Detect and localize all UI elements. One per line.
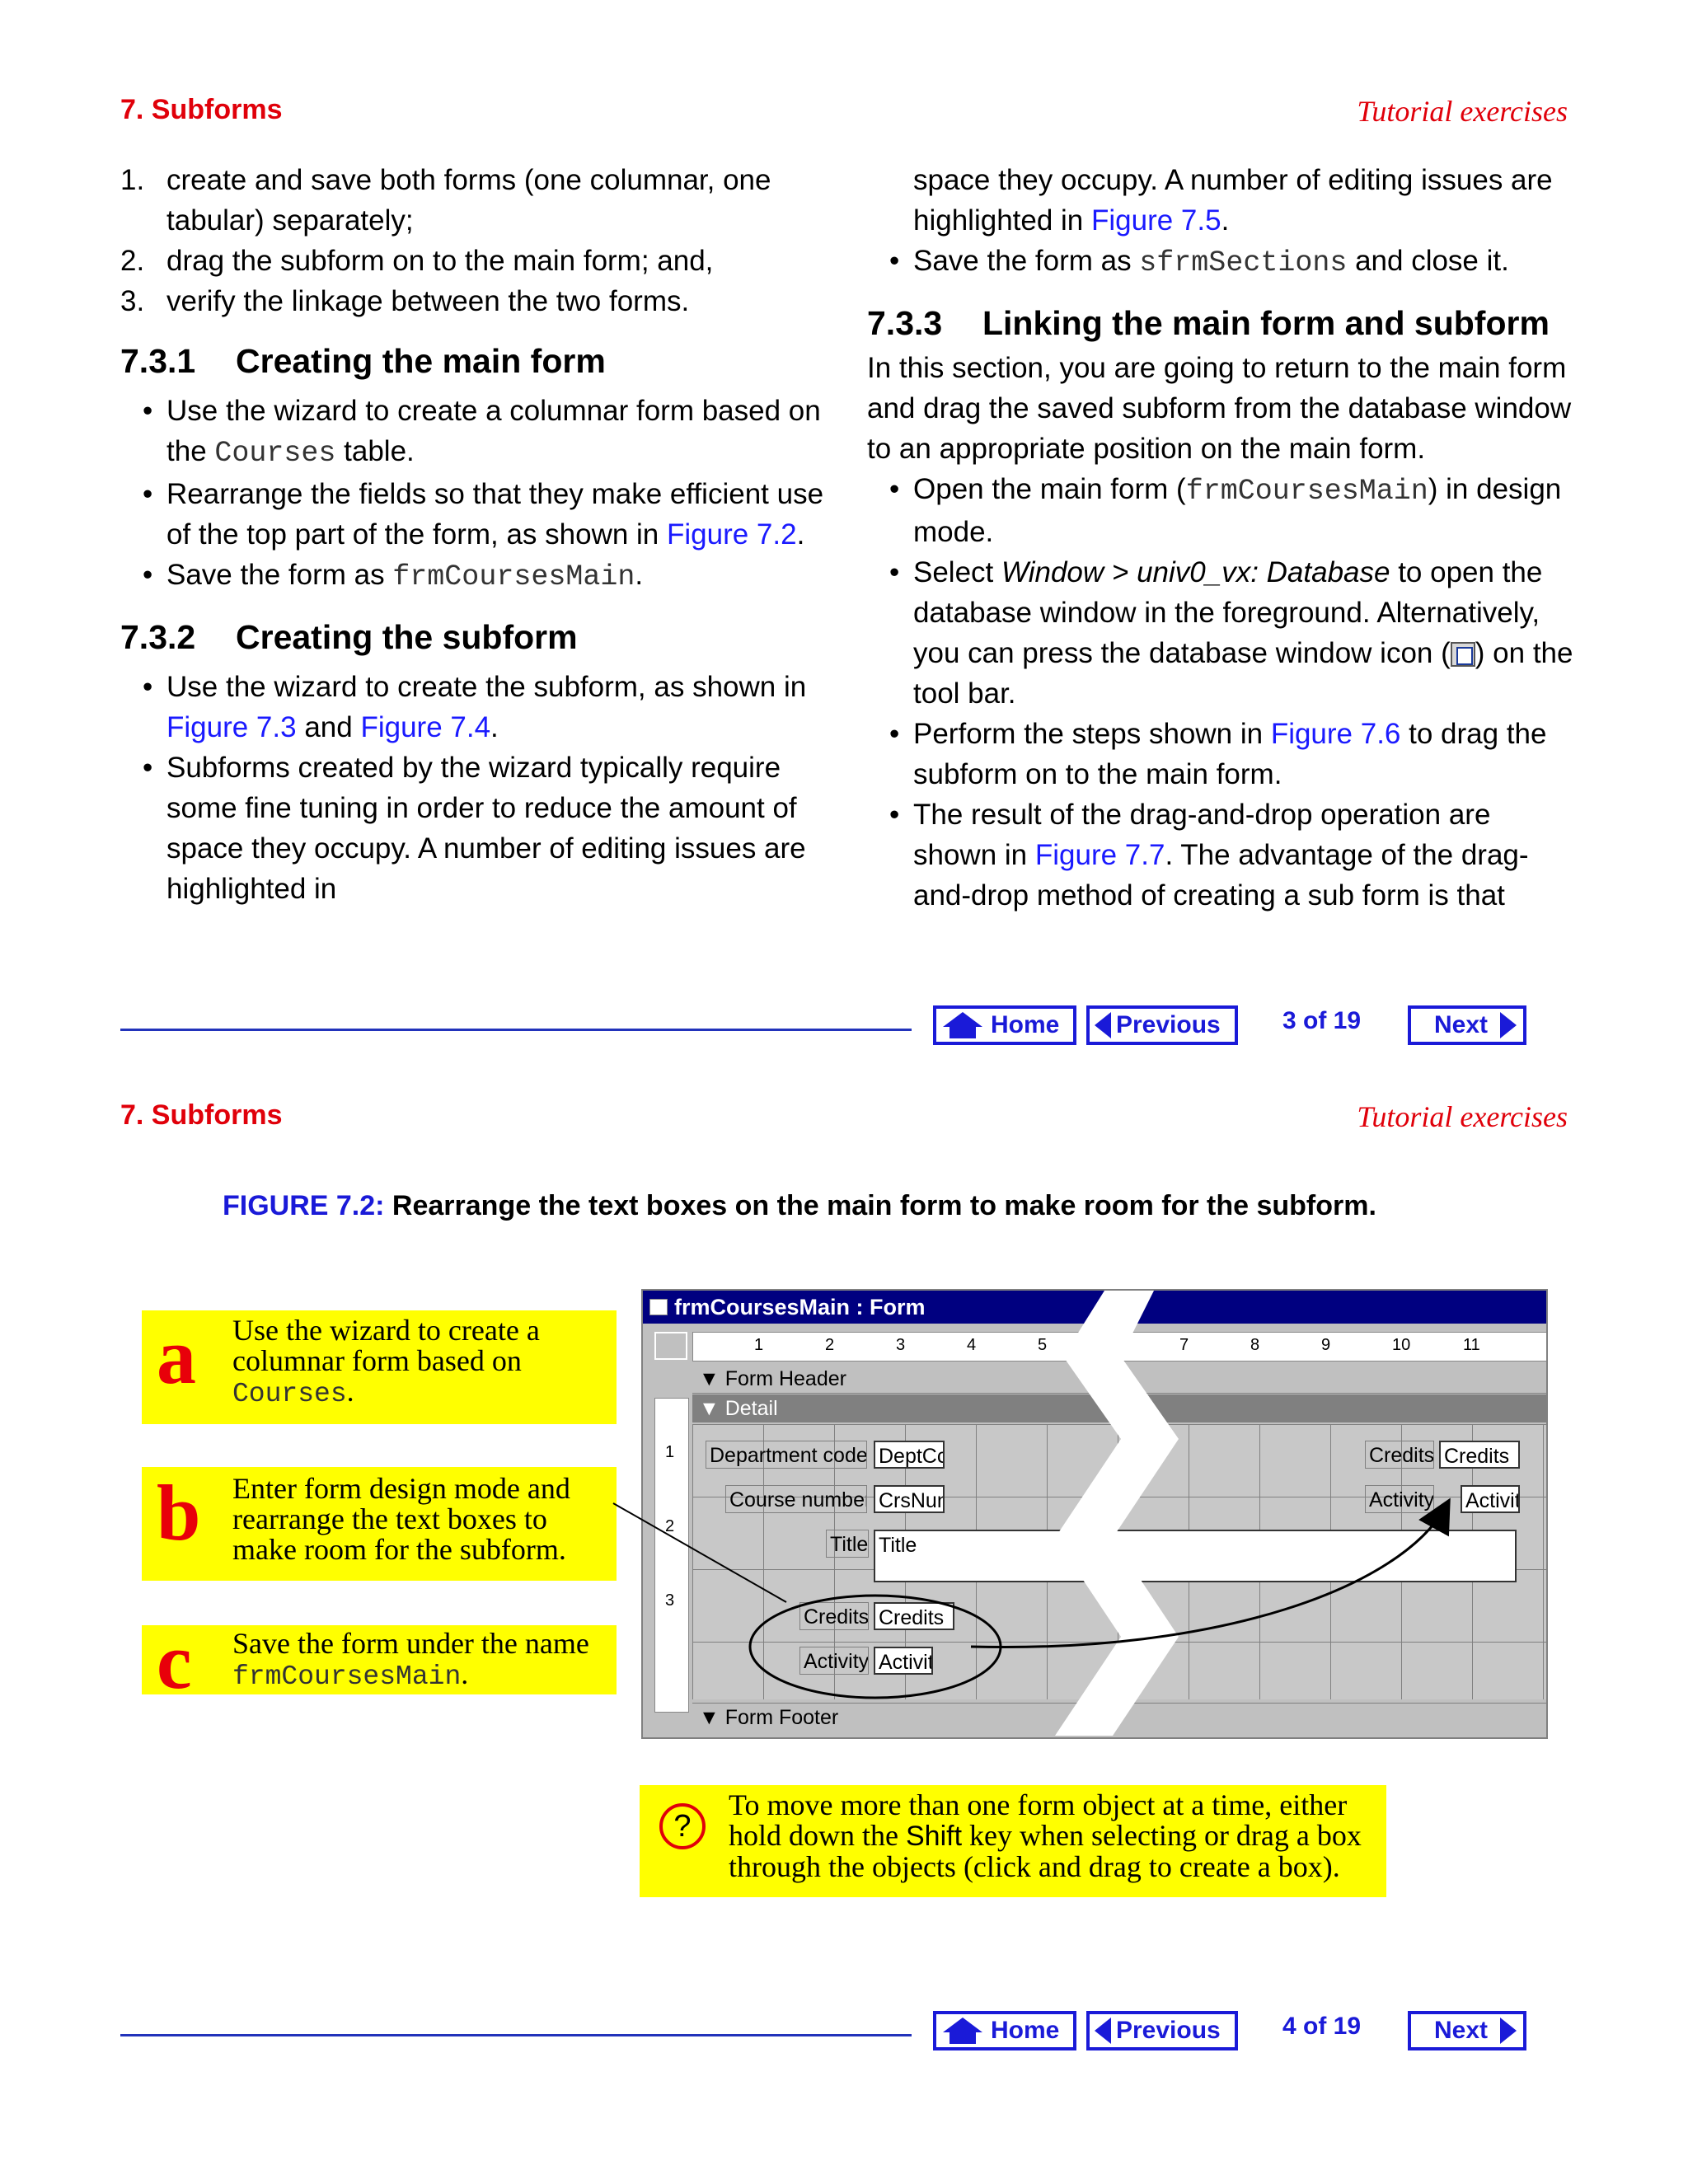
home-button[interactable]: Home (933, 1005, 1076, 1045)
bullet-item: • Select Window > univ0_vx: Database to o… (889, 556, 1573, 710)
callout-leader (612, 1502, 787, 1603)
home-icon (943, 1012, 982, 1038)
figure-link[interactable]: Figure 7.3 (166, 711, 297, 743)
figure-caption: FIGURE 7.2: Rearrange the text boxes on … (223, 1190, 1376, 1221)
figure-link[interactable]: Figure 7.6 (1271, 718, 1401, 750)
bullet-item: • Subforms created by the wizard typicall… (143, 752, 806, 905)
arrow-right-icon (1500, 2018, 1517, 2044)
left-column: 1. create and save both forms (one column… (120, 160, 829, 909)
callout-b: b Enter form design mode and rearrange t… (142, 1467, 617, 1581)
bullet-item: • Save the form as sfrmSections and close… (889, 245, 1509, 279)
bullet-item: • Use the wizard to create a columnar for… (143, 395, 821, 470)
section-subtitle: Tutorial exercises (1357, 95, 1568, 128)
bullet-item: • Use the wizard to create the subform, a… (143, 671, 807, 743)
list-item: 1. create and save both forms (one column… (120, 164, 771, 237)
svg-text:?: ? (673, 1809, 691, 1844)
previous-button[interactable]: Previous (1086, 2011, 1238, 2050)
right-column-text: space they occupy. A number of editing i… (867, 160, 1576, 916)
bullet-item: • Perform the steps shown in Figure 7.6 t… (889, 718, 1547, 790)
bullet-continuation: space they occupy. A number of editing i… (913, 164, 1553, 237)
page-number: 3 of 19 (1282, 1007, 1362, 1034)
callout-a: a Use the wizard to create a columnar fo… (142, 1310, 617, 1424)
nav-divider (120, 2034, 912, 2036)
bullet-item: • Save the form as frmCoursesMain. (143, 559, 644, 593)
next-button[interactable]: Next (1408, 2011, 1526, 2050)
section-title: 7. Subforms (120, 1099, 283, 1131)
tip-callout: ? To move more than one form object at a… (640, 1785, 1386, 1897)
arrow-left-icon (1095, 2018, 1111, 2044)
section-heading: 7.3.3 Linking the main form and subform (867, 304, 1550, 342)
database-window-icon (1450, 642, 1475, 667)
figure-link[interactable]: Figure 7.5 (1091, 204, 1221, 237)
list-item: 3. verify the linkage between the two for… (120, 285, 690, 317)
nav-divider (120, 1029, 912, 1031)
figure-link[interactable]: Figure 7.2 (667, 518, 797, 551)
section-heading: 7.3.2 Creating the subform (120, 618, 578, 656)
home-button[interactable]: Home (933, 2011, 1076, 2050)
section-heading: 7.3.1 Creating the main form (120, 342, 606, 380)
arrow-left-icon (1095, 1012, 1111, 1038)
selection-ellipse (748, 1594, 1002, 1699)
question-icon: ? (659, 1803, 706, 1849)
bullet-item: • Rearrange the fields so that they make … (143, 478, 824, 551)
home-icon (943, 2018, 982, 2044)
previous-button[interactable]: Previous (1086, 1005, 1238, 1045)
figure-link[interactable]: Figure 7.7 (1035, 839, 1165, 871)
zigzag-break (1055, 1291, 1179, 1736)
page-number: 4 of 19 (1282, 2013, 1362, 2040)
move-arrow (970, 1497, 1451, 1649)
section-title: 7. Subforms (120, 94, 283, 125)
bullet-item: • The result of the drag-and-drop operati… (889, 799, 1529, 912)
list-item: 2. drag the subform on to the main form; … (120, 245, 714, 277)
section-subtitle: Tutorial exercises (1357, 1100, 1568, 1133)
bullet-item: • Open the main form (frmCoursesMain) in … (889, 473, 1562, 548)
paragraph: In this section, you are going to return… (867, 352, 1572, 465)
arrow-right-icon (1500, 1012, 1517, 1038)
figure-link[interactable]: Figure 7.4 (360, 711, 490, 743)
next-button[interactable]: Next (1408, 1005, 1526, 1045)
callout-c: c Save the form under the name frmCourse… (142, 1622, 617, 1701)
